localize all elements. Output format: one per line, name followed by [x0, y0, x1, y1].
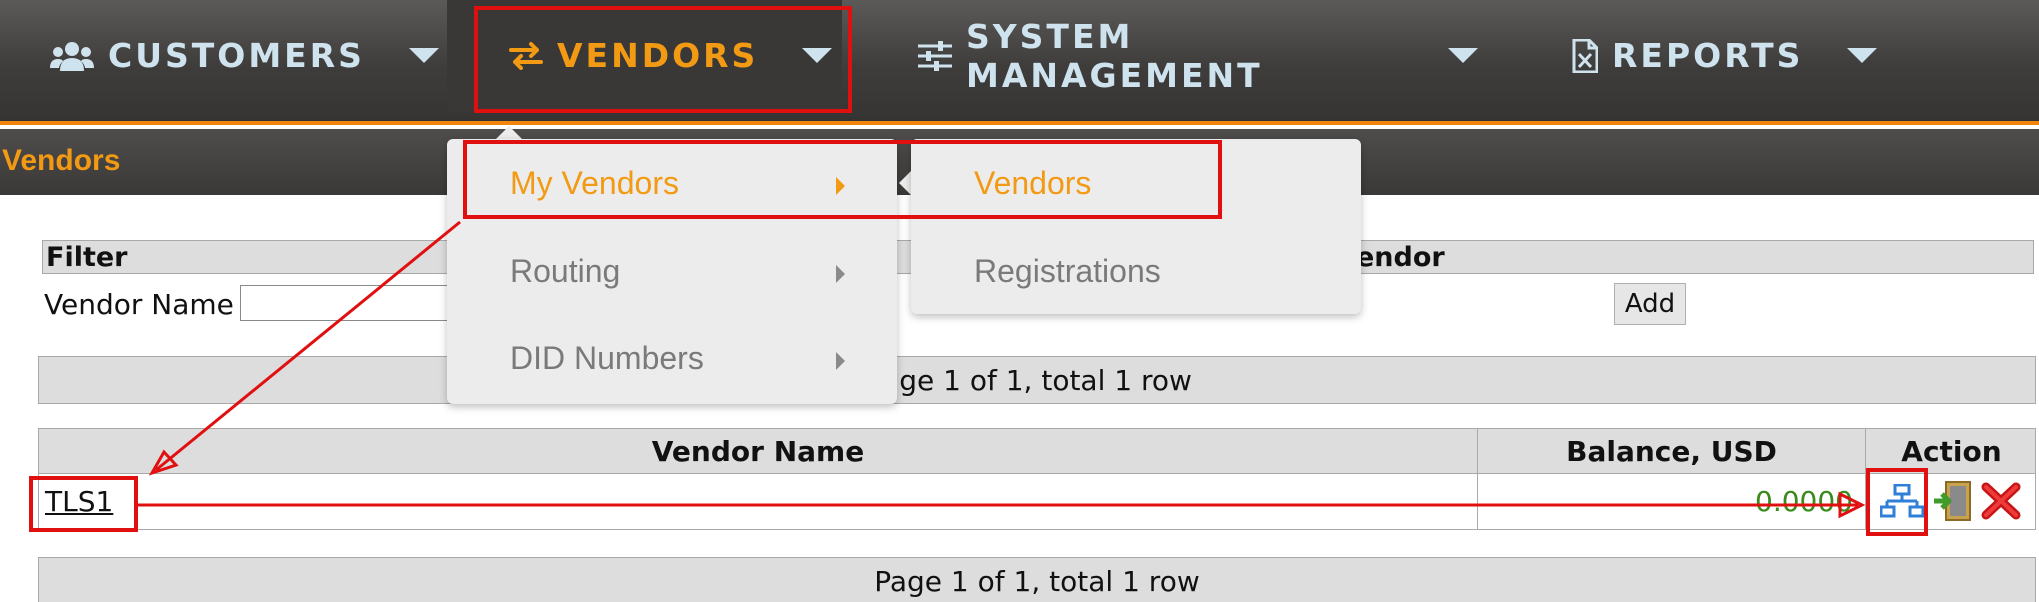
- nav-reports-label: REPORTS: [1612, 36, 1804, 75]
- table-header: Vendor Name Balance, USD Action: [38, 428, 2036, 474]
- menu-item-label: DID Numbers: [510, 339, 704, 376]
- chevron-right-icon: [836, 265, 845, 283]
- balance-value: 0.0000: [1755, 485, 1853, 518]
- submenu-item-vendors[interactable]: Vendors: [911, 139, 1361, 227]
- submenu-pointer: [899, 171, 911, 195]
- vendor-name-label: Vendor Name: [44, 288, 234, 321]
- nav-system-management[interactable]: SYSTEM MANAGEMENT: [918, 0, 1478, 111]
- excel-file-icon: [1572, 38, 1598, 73]
- menu-item-label: My Vendors: [510, 164, 679, 201]
- column-header-balance[interactable]: Balance, USD: [1477, 429, 1865, 473]
- page-title: Vendors: [2, 144, 121, 177]
- users-icon: [50, 41, 94, 71]
- network-routing-icon[interactable]: [1879, 483, 1925, 524]
- filter-heading: Filter: [46, 242, 128, 273]
- nav-system-management-label: SYSTEM MANAGEMENT: [966, 16, 1263, 95]
- dropdown-pointer: [496, 126, 522, 139]
- chevron-down-icon: [1448, 48, 1478, 63]
- balance-cell: 0.0000: [1477, 474, 1865, 529]
- action-cell: [1865, 474, 2037, 529]
- chevron-down-icon: [408, 48, 439, 63]
- top-navigation: CUSTOMERS VENDORS SYSTEM MANAGEMENT REPO…: [0, 0, 2039, 125]
- my-vendors-submenu: Vendors Registrations: [911, 139, 1361, 314]
- chevron-down-icon: [802, 48, 833, 63]
- table-row: TLS1 0.0000: [38, 474, 2036, 530]
- nav-reports[interactable]: REPORTS: [1572, 0, 1932, 111]
- column-header-vendor-name[interactable]: Vendor Name: [39, 429, 1477, 473]
- pager-top: age 1 of 1, total 1 row: [38, 356, 2036, 404]
- submenu-item-registrations[interactable]: Registrations: [911, 227, 1361, 315]
- add-button[interactable]: Add: [1614, 283, 1686, 325]
- chevron-down-icon: [1847, 48, 1878, 63]
- pager-bottom: Page 1 of 1, total 1 row: [38, 557, 2036, 602]
- nav-vendors[interactable]: VENDORS: [447, 0, 842, 111]
- swap-arrows-icon: [509, 41, 543, 71]
- nav-vendors-label: VENDORS: [557, 36, 759, 75]
- menu-item-label: Routing: [510, 252, 621, 289]
- vendor-link[interactable]: TLS1: [45, 485, 113, 518]
- vendor-name-input[interactable]: [240, 285, 480, 321]
- column-header-action: Action: [1865, 429, 2037, 473]
- menu-item-my-vendors[interactable]: My Vendors: [447, 139, 897, 227]
- chevron-right-icon: [836, 177, 845, 195]
- add-vendor-heading: endor: [1356, 242, 1445, 273]
- sliders-icon: [918, 40, 952, 71]
- nav-customers[interactable]: CUSTOMERS: [50, 0, 439, 111]
- exit-door-icon[interactable]: [1932, 480, 1972, 526]
- vendors-dropdown-menu: My Vendors Routing DID Numbers: [447, 139, 897, 404]
- nav-customers-label: CUSTOMERS: [108, 36, 365, 75]
- menu-item-routing[interactable]: Routing: [447, 227, 897, 315]
- delete-x-icon[interactable]: [1980, 481, 2022, 525]
- menu-item-did-numbers[interactable]: DID Numbers: [447, 314, 897, 402]
- vendor-name-cell: TLS1: [39, 474, 1477, 529]
- chevron-right-icon: [836, 352, 845, 370]
